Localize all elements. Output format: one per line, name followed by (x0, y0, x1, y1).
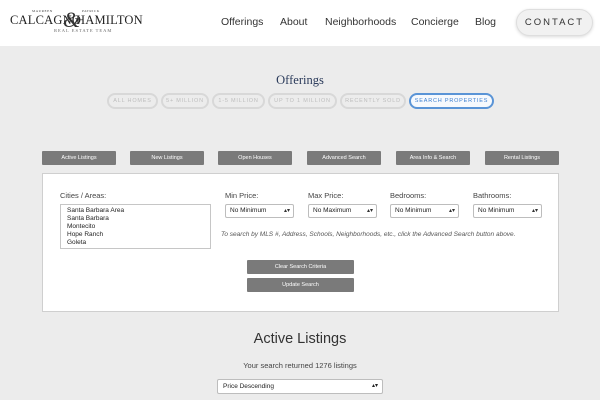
advanced-search-hint: To search by MLS #, Address, Schools, Ne… (221, 231, 516, 238)
pill-recently-sold[interactable]: RECENTLY SOLD (340, 93, 406, 109)
contact-button[interactable]: CONTACT (516, 9, 593, 36)
offerings-title: Offerings (276, 73, 324, 87)
clear-search-button[interactable]: Clear Search Criteria (247, 260, 354, 274)
city-option[interactable]: Hope Ranch (67, 231, 210, 239)
results-count: Your search returned 1276 listings (243, 361, 357, 370)
chevron-updown-icon: ▴▾ (366, 208, 373, 214)
bathrooms-label: Bathrooms: (473, 191, 512, 200)
chevron-updown-icon: ▴▾ (371, 383, 378, 389)
max-price-value: No Maximum (313, 207, 352, 214)
pill-1-5-million[interactable]: 1-5 MILLION (212, 93, 265, 109)
bathrooms-value: No Minimum (478, 207, 515, 214)
min-price-select[interactable]: No Minimum ▴▾ (225, 204, 294, 218)
tab-area-info-search[interactable]: Area Info & Search (396, 151, 470, 165)
pill-up-to-1-million[interactable]: UP TO 1 MILLION (268, 93, 337, 109)
tab-active-listings[interactable]: Active Listings (42, 151, 116, 165)
chevron-updown-icon: ▴▾ (283, 208, 290, 214)
max-price-select[interactable]: No Maximum ▴▾ (308, 204, 377, 218)
min-price-value: No Minimum (230, 207, 267, 214)
nav-neighborhoods[interactable]: Neighborhoods (325, 16, 396, 28)
logo-subtitle: REAL ESTATE TEAM (54, 28, 113, 33)
sort-select[interactable]: Price Descending ▴▾ (217, 379, 383, 394)
bathrooms-select[interactable]: No Minimum ▴▾ (473, 204, 542, 218)
city-option[interactable]: Montecito (67, 223, 210, 231)
site-header: MAUREEN PATRICK CALCAGNO & HAMILTON REAL… (0, 0, 600, 46)
results-title: Active Listings (253, 331, 347, 347)
nav-blog[interactable]: Blog (475, 16, 496, 28)
min-price-label: Min Price: (225, 191, 259, 200)
nav-concierge[interactable]: Concierge (411, 16, 459, 28)
chevron-updown-icon: ▴▾ (531, 208, 538, 214)
tab-rental-listings[interactable]: Rental Listings (485, 151, 559, 165)
bedrooms-select[interactable]: No Minimum ▴▾ (390, 204, 459, 218)
tab-open-houses[interactable]: Open Houses (218, 151, 292, 165)
tab-advanced-search[interactable]: Advanced Search (307, 151, 381, 165)
update-search-button[interactable]: Update Search (247, 278, 354, 292)
max-price-label: Max Price: (308, 191, 344, 200)
nav-offerings[interactable]: Offerings (221, 16, 263, 28)
city-option[interactable]: Goleta (67, 239, 210, 247)
city-option[interactable]: Santa Barbara (67, 215, 210, 223)
cities-label: Cities / Areas: (60, 191, 107, 200)
chevron-updown-icon: ▴▾ (448, 208, 455, 214)
pill-all-homes[interactable]: ALL HOMES (107, 93, 158, 109)
city-option[interactable]: Santa Barbara Area (67, 207, 210, 215)
tab-new-listings[interactable]: New Listings (130, 151, 204, 165)
sort-value: Price Descending (223, 383, 274, 390)
nav-about[interactable]: About (280, 16, 307, 28)
cities-listbox[interactable]: Santa Barbara Area Santa Barbara Monteci… (60, 204, 211, 249)
pill-5-million-plus[interactable]: 5+ MILLION (161, 93, 209, 109)
site-logo[interactable]: MAUREEN PATRICK CALCAGNO & HAMILTON REAL… (10, 7, 143, 37)
bedrooms-value: No Minimum (395, 207, 432, 214)
bedrooms-label: Bedrooms: (390, 191, 427, 200)
logo-name-right: HAMILTON (76, 13, 143, 27)
pill-search-properties[interactable]: SEARCH PROPERTIES (409, 93, 494, 109)
